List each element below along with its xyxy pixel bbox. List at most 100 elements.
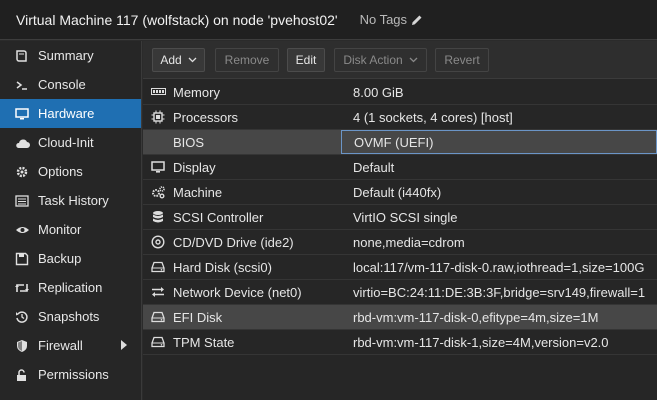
memory-icon xyxy=(143,87,173,97)
add-button-label: Add xyxy=(160,53,182,67)
table-row-cdrom[interactable]: CD/DVD Drive (ide2) none,media=cdrom xyxy=(143,230,657,255)
sidebar-item-summary[interactable]: Summary xyxy=(0,41,141,70)
table-row-scsi-controller[interactable]: SCSI Controller VirtIO SCSI single xyxy=(143,205,657,230)
sidebar-item-label: Summary xyxy=(38,48,94,63)
sidebar-item-hardware[interactable]: Hardware xyxy=(0,99,141,128)
sidebar-item-firewall[interactable]: Firewall xyxy=(0,331,141,360)
sidebar-item-label: Snapshots xyxy=(38,309,100,324)
row-name: Memory xyxy=(173,84,220,100)
exchange-icon xyxy=(143,286,173,298)
hdd-icon xyxy=(143,336,173,348)
cpu-icon xyxy=(143,110,173,124)
tags-area: No Tags xyxy=(360,12,423,27)
remove-button-label: Remove xyxy=(224,53,270,67)
sidebar-item-label: Permissions xyxy=(38,367,109,382)
table-row-machine[interactable]: Machine Default (i440fx) xyxy=(143,180,657,205)
page-title: Virtual Machine 117 (wolfstack) on node … xyxy=(16,11,338,28)
table-row-display[interactable]: Display Default xyxy=(143,155,657,180)
pencil-icon[interactable] xyxy=(411,14,423,26)
expand-arrow-icon[interactable] xyxy=(121,340,127,350)
title-bar: Virtual Machine 117 (wolfstack) on node … xyxy=(0,0,657,40)
row-name: TPM State xyxy=(173,334,235,350)
sidebar-item-backup[interactable]: Backup xyxy=(0,244,141,273)
hardware-panel: Add Remove Edit Disk Action Revert Memor… xyxy=(143,41,657,400)
sidebar-item-replication[interactable]: Replication xyxy=(0,273,141,302)
sidebar: Summary Console Hardware Cloud-Init Opti… xyxy=(0,41,142,400)
list-icon xyxy=(14,193,30,209)
row-name: CD/DVD Drive (ide2) xyxy=(173,234,294,250)
sidebar-item-label: Backup xyxy=(38,251,82,266)
row-value: local:117/vm-117-disk-0.raw,iothread=1,s… xyxy=(353,259,645,275)
row-name: BIOS xyxy=(173,134,205,150)
row-name: Display xyxy=(173,159,216,175)
revert-button[interactable]: Revert xyxy=(435,48,489,72)
row-name: SCSI Controller xyxy=(173,209,264,225)
row-value: rbd-vm:vm-117-disk-1,size=4M,version=v2.… xyxy=(353,334,609,350)
row-name: EFI Disk xyxy=(173,309,223,325)
eye-icon xyxy=(14,222,30,238)
hardware-grid: Memory 8.00 GiB Processors 4 (1 sockets,… xyxy=(143,80,657,355)
unlock-icon xyxy=(14,367,30,383)
table-row-bios[interactable]: BIOS OVMF (UEFI) xyxy=(143,130,657,155)
table-row-processors[interactable]: Processors 4 (1 sockets, 4 cores) [host] xyxy=(143,105,657,130)
sidebar-item-monitor[interactable]: Monitor xyxy=(0,215,141,244)
revert-button-label: Revert xyxy=(444,53,480,67)
sidebar-item-label: Monitor xyxy=(38,222,82,237)
shield-icon xyxy=(14,338,30,354)
table-row-memory[interactable]: Memory 8.00 GiB xyxy=(143,80,657,105)
cloud-icon xyxy=(14,135,30,151)
row-value: Default (i440fx) xyxy=(353,184,442,200)
table-row-hard-disk[interactable]: Hard Disk (scsi0) local:117/vm-117-disk-… xyxy=(143,255,657,280)
hdd-icon xyxy=(143,261,173,273)
row-value: 8.00 GiB xyxy=(353,84,404,100)
gear-icon xyxy=(14,164,30,180)
edit-button-label: Edit xyxy=(295,53,317,67)
monitor-icon xyxy=(14,106,30,122)
row-name: Processors xyxy=(173,109,239,125)
sidebar-item-permissions[interactable]: Permissions xyxy=(0,360,141,389)
row-value: Default xyxy=(353,159,395,175)
retweet-icon xyxy=(14,280,30,296)
sidebar-item-label: Options xyxy=(38,164,83,179)
hdd-icon xyxy=(143,311,173,323)
table-row-efi-disk[interactable]: EFI Disk rbd-vm:vm-117-disk-0,efitype=4m… xyxy=(143,305,657,330)
chevron-down-icon xyxy=(188,57,197,63)
tags-label: No Tags xyxy=(359,12,408,27)
sidebar-item-label: Replication xyxy=(38,280,103,295)
row-value: 4 (1 sockets, 4 cores) [host] xyxy=(353,109,513,125)
row-value: virtio=BC:24:11:DE:3B:3F,bridge=srv149,f… xyxy=(353,284,646,300)
toolbar: Add Remove Edit Disk Action Revert xyxy=(143,41,657,79)
sidebar-item-task-history[interactable]: Task History xyxy=(0,186,141,215)
sidebar-item-cloud-init[interactable]: Cloud-Init xyxy=(0,128,141,157)
row-name: Machine xyxy=(173,184,223,200)
desktop-icon xyxy=(143,160,173,174)
row-value: rbd-vm:vm-117-disk-0,efitype=4m,size=1M xyxy=(353,309,599,325)
sidebar-item-snapshots[interactable]: Snapshots xyxy=(0,302,141,331)
disk-action-button-label: Disk Action xyxy=(343,53,403,67)
terminal-icon xyxy=(14,77,30,93)
floppy-icon xyxy=(14,251,30,267)
row-value: OVMF (UEFI) xyxy=(341,130,657,154)
add-button[interactable]: Add xyxy=(152,48,205,72)
cdrom-icon xyxy=(143,235,173,249)
book-icon xyxy=(14,48,30,64)
sidebar-item-label: Firewall xyxy=(38,338,83,353)
remove-button[interactable]: Remove xyxy=(215,48,279,72)
edit-button[interactable]: Edit xyxy=(287,48,325,72)
disk-action-button[interactable]: Disk Action xyxy=(334,48,427,72)
sidebar-item-label: Cloud-Init xyxy=(38,135,94,150)
chevron-down-icon xyxy=(409,57,418,63)
row-name: Network Device (net0) xyxy=(173,284,302,300)
row-value: none,media=cdrom xyxy=(353,234,465,250)
history-icon xyxy=(14,309,30,325)
sidebar-item-label: Console xyxy=(38,77,86,92)
row-value: VirtIO SCSI single xyxy=(353,209,458,225)
table-row-tpm-state[interactable]: TPM State rbd-vm:vm-117-disk-1,size=4M,v… xyxy=(143,330,657,355)
table-row-network-device[interactable]: Network Device (net0) virtio=BC:24:11:DE… xyxy=(143,280,657,305)
sidebar-item-options[interactable]: Options xyxy=(0,157,141,186)
row-name: Hard Disk (scsi0) xyxy=(173,259,272,275)
sidebar-item-label: Hardware xyxy=(38,106,95,121)
database-icon xyxy=(143,210,173,224)
sidebar-item-label: Task History xyxy=(38,193,109,208)
sidebar-item-console[interactable]: Console xyxy=(0,70,141,99)
